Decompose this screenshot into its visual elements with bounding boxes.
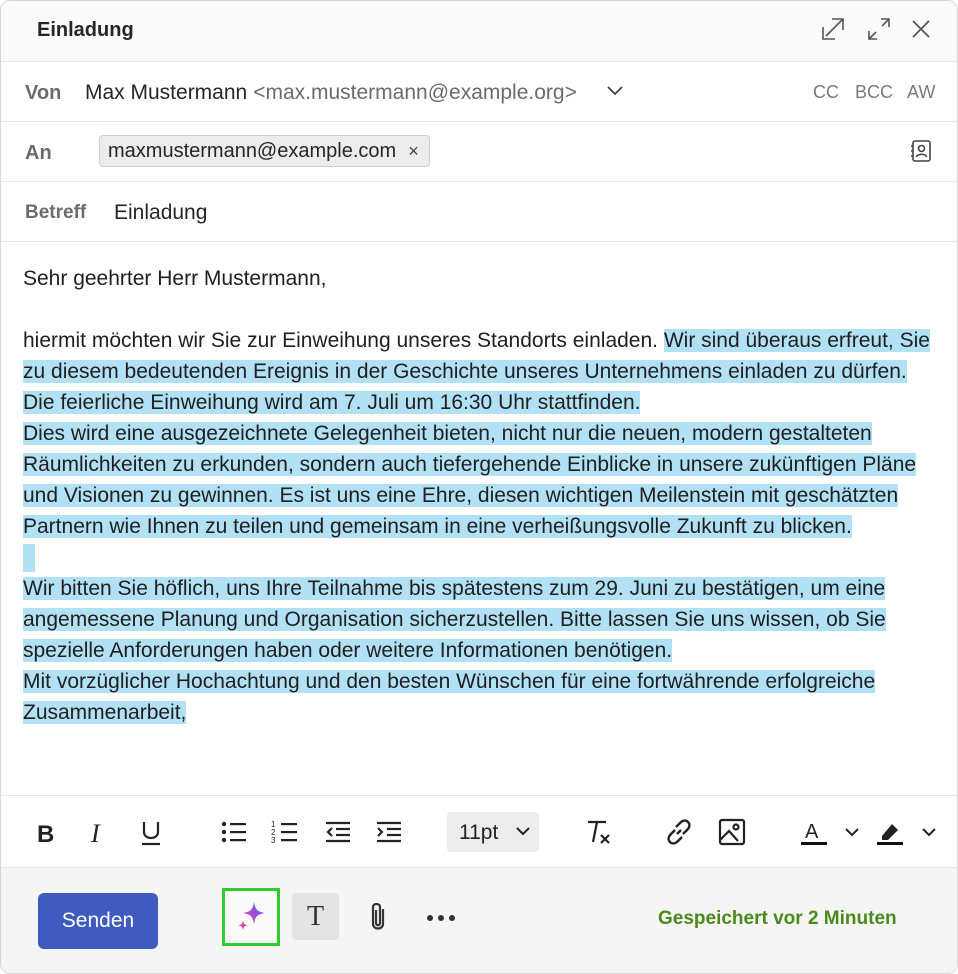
paragraph-3: Wir bitten Sie höflich, uns Ihre Teilnah… (23, 573, 941, 666)
expand-icon[interactable] (865, 15, 893, 43)
window-title: Einladung (37, 19, 134, 41)
compose-window: Einladung Von Max Mustermann <max.muster… (0, 0, 958, 974)
copilot-sparkle-icon (238, 902, 265, 931)
increase-indent-icon[interactable] (373, 816, 405, 848)
send-button[interactable]: Senden (38, 893, 158, 949)
to-label: An (25, 142, 52, 164)
recipient-chip[interactable]: maxmustermann@example.com × (99, 135, 430, 167)
chevron-down-icon[interactable] (604, 79, 626, 101)
svg-text:3: 3 (271, 836, 276, 845)
bullet-list-icon[interactable] (218, 816, 250, 848)
svg-text:B: B (37, 821, 54, 848)
from-email: <max.mustermann@example.org> (253, 81, 577, 104)
paragraph-3-selected: Wir bitten Sie höflich, uns Ihre Teilnah… (23, 577, 886, 662)
pop-out-icon[interactable] (819, 15, 847, 43)
from-name: Max Mustermann (85, 81, 248, 104)
font-size-value: 11pt (459, 821, 499, 844)
aw-link[interactable]: AW (907, 82, 935, 103)
chevron-down-icon[interactable] (842, 822, 862, 842)
remove-recipient-icon[interactable]: × (408, 141, 419, 161)
paragraph-4-selected: Mit vorzüglicher Hochachtung und den bes… (23, 670, 876, 724)
cc-link[interactable]: CC (813, 82, 839, 103)
svg-text:A: A (805, 821, 819, 843)
formatting-toolbar: B I 1 2 3 11pt A (1, 795, 957, 868)
svg-text:I: I (90, 819, 101, 848)
close-icon[interactable] (907, 15, 935, 43)
paragraph-1: hiermit möchten wir Sie zur Einweihung u… (23, 325, 941, 418)
from-label: Von (25, 82, 62, 104)
subject-row: Betreff Einladung (1, 181, 957, 242)
paragraph-2-selected: Dies wird eine ausgezeichnete Gelegenhei… (23, 422, 917, 538)
message-body[interactable]: Sehr geehrter Herr Mustermann, hiermit m… (23, 263, 941, 728)
paragraph-2: Dies wird eine ausgezeichnete Gelegenhei… (23, 418, 941, 542)
copilot-button[interactable] (222, 888, 280, 946)
bold-icon[interactable]: B (30, 816, 62, 848)
paragraph-1-plain: hiermit möchten wir Sie zur Einweihung u… (23, 329, 664, 352)
contacts-icon[interactable] (907, 137, 935, 165)
from-sender: Max Mustermann <max.mustermann@example.or… (85, 81, 577, 105)
decrease-indent-icon[interactable] (322, 816, 354, 848)
paperclip-icon[interactable] (363, 900, 393, 934)
body-divider (1, 241, 957, 243)
greeting: Sehr geehrter Herr Mustermann, (23, 267, 327, 290)
underline-icon[interactable] (135, 816, 167, 848)
title-bar: Einladung (1, 1, 957, 61)
recipient-email: maxmustermann@example.com (108, 140, 397, 162)
bottom-bar: Senden T Gespeichert vor 2 Minuten (1, 867, 957, 973)
subject-label: Betreff (25, 202, 87, 223)
saved-status: Gespeichert vor 2 Minuten (658, 908, 897, 929)
text-format-button[interactable]: T (292, 893, 339, 940)
subject-field[interactable]: Einladung (114, 201, 207, 225)
more-icon[interactable] (423, 906, 459, 930)
font-color-icon[interactable]: A (798, 816, 830, 848)
highlight-icon[interactable] (874, 816, 906, 848)
bcc-link[interactable]: BCC (855, 82, 893, 103)
empty-selected-line (23, 542, 941, 573)
from-row: Von Max Mustermann <max.mustermann@exampl… (1, 61, 957, 122)
italic-icon[interactable]: I (82, 816, 114, 848)
image-icon[interactable] (716, 816, 748, 848)
chevron-down-icon (513, 821, 533, 841)
paragraph-4: Mit vorzüglicher Hochachtung und den bes… (23, 666, 941, 728)
link-icon[interactable] (663, 816, 695, 848)
numbered-list-icon[interactable]: 1 2 3 (269, 816, 301, 848)
to-row: An maxmustermann@example.com × (1, 121, 957, 182)
chevron-down-icon[interactable] (919, 822, 939, 842)
clear-formatting-icon[interactable] (582, 816, 614, 848)
font-size-select[interactable]: 11pt (447, 812, 539, 852)
